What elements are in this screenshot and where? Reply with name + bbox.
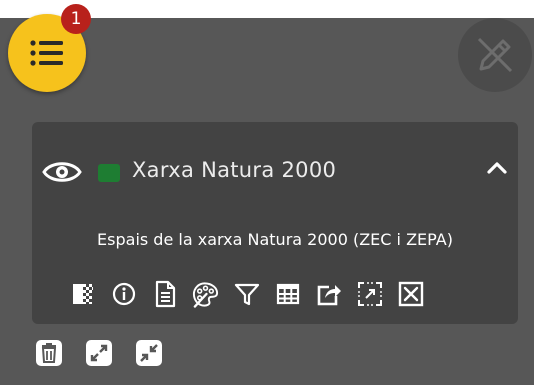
- layer-toolbar: [68, 278, 425, 310]
- notification-badge: 1: [61, 4, 91, 34]
- expand-icon[interactable]: [82, 336, 116, 370]
- info-icon[interactable]: [109, 280, 138, 309]
- chevron-up-icon[interactable]: [486, 160, 508, 180]
- filter-icon[interactable]: [232, 280, 261, 309]
- table-icon[interactable]: [273, 280, 302, 309]
- list-icon: [30, 40, 63, 66]
- pencil-icon: [477, 37, 513, 73]
- edit-disabled-button[interactable]: [458, 18, 532, 92]
- layer-card: Xarxa Natura 2000 Espais de la xarxa Nat…: [32, 122, 518, 324]
- opacity-icon[interactable]: [68, 280, 97, 309]
- palette-icon[interactable]: [191, 280, 220, 309]
- layer-color-swatch: [98, 164, 120, 182]
- eye-icon[interactable]: [42, 158, 82, 190]
- close-box-icon[interactable]: [396, 280, 425, 309]
- collapse-icon[interactable]: [132, 336, 166, 370]
- share-icon[interactable]: [314, 280, 343, 309]
- trash-icon[interactable]: [32, 336, 66, 370]
- document-icon[interactable]: [150, 280, 179, 309]
- zoom-extent-icon[interactable]: [355, 280, 384, 309]
- layer-description: Espais de la xarxa Natura 2000 (ZEC i ZE…: [97, 230, 453, 249]
- panel-actions: [32, 336, 166, 370]
- layer-title: Xarxa Natura 2000: [132, 158, 337, 182]
